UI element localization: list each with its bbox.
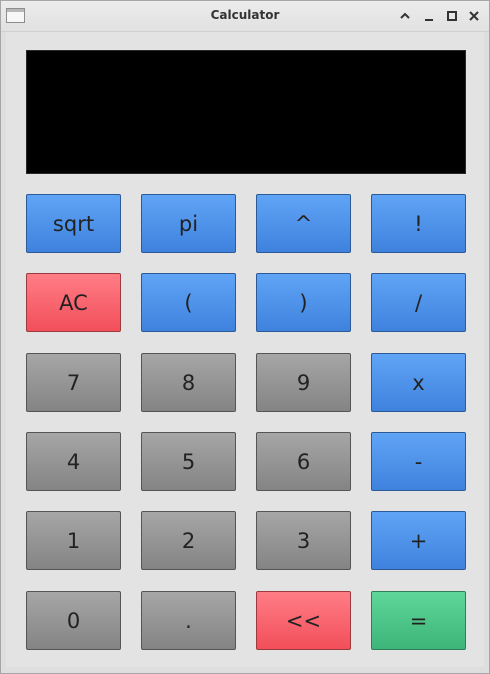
digit-9-button[interactable]: 9 bbox=[256, 353, 351, 412]
pi-button[interactable]: pi bbox=[141, 194, 236, 253]
title-bar[interactable]: Calculator bbox=[1, 1, 489, 32]
close-icon[interactable] bbox=[467, 8, 481, 24]
close-paren-button[interactable]: ) bbox=[256, 273, 351, 332]
digit-2-button[interactable]: 2 bbox=[141, 511, 236, 570]
subtract-button[interactable]: - bbox=[371, 432, 466, 491]
multiply-button[interactable]: x bbox=[371, 353, 466, 412]
window-title: Calculator bbox=[210, 8, 280, 22]
calculator-body: sqrt pi ^! AC () / 7 8 9 x 4 5 6- 1 2 3 +0. << = bbox=[6, 32, 484, 667]
add-button[interactable]: + bbox=[371, 511, 466, 570]
open-paren-button[interactable]: ( bbox=[141, 273, 236, 332]
power-button[interactable]: ^ bbox=[256, 194, 351, 253]
digit-6-button[interactable]: 6 bbox=[256, 432, 351, 491]
calculator-window: Calculator sqrt pi ^! AC () / 7 8 9 x 4 5 6- 1 2 3 +0. <<… bbox=[0, 0, 490, 674]
digit-1-button[interactable]: 1 bbox=[26, 511, 121, 570]
clear-all-button[interactable]: AC bbox=[26, 273, 121, 332]
digit-3-button[interactable]: 3 bbox=[256, 511, 351, 570]
sqrt-button[interactable]: sqrt bbox=[26, 194, 121, 253]
decimal-button[interactable]: . bbox=[141, 591, 236, 650]
maximize-icon[interactable] bbox=[445, 8, 459, 24]
equals-button[interactable]: = bbox=[371, 591, 466, 650]
divide-button[interactable]: / bbox=[371, 273, 466, 332]
minimize-icon[interactable] bbox=[422, 8, 436, 24]
factorial-button[interactable]: ! bbox=[371, 194, 466, 253]
digit-5-button[interactable]: 5 bbox=[141, 432, 236, 491]
result-display bbox=[26, 50, 466, 174]
digit-4-button[interactable]: 4 bbox=[26, 432, 121, 491]
digit-8-button[interactable]: 8 bbox=[141, 353, 236, 412]
shade-icon[interactable] bbox=[398, 8, 412, 24]
backspace-button[interactable]: << bbox=[256, 591, 351, 650]
digit-0-button[interactable]: 0 bbox=[26, 591, 121, 650]
digit-7-button[interactable]: 7 bbox=[26, 353, 121, 412]
